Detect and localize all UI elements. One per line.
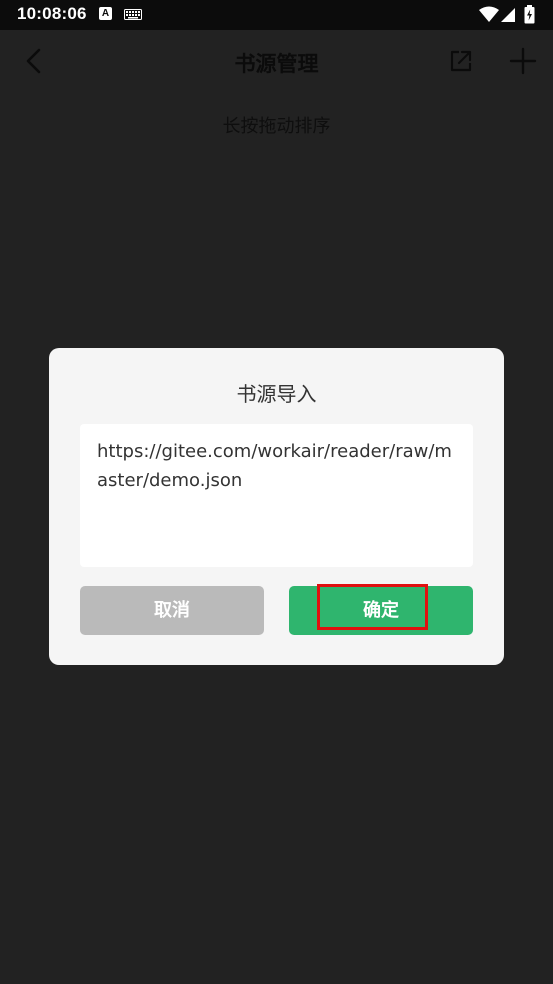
app-bar: 书源管理 — [0, 30, 553, 92]
status-time: 10:08:06 — [17, 4, 87, 23]
add-icon[interactable] — [508, 46, 538, 76]
cancel-button[interactable]: 取消 — [80, 586, 264, 635]
highlight-box — [317, 584, 428, 630]
import-dialog: 书源导入 https://gitee.com/workair/reader/ra… — [49, 348, 504, 665]
url-input[interactable]: https://gitee.com/workair/reader/raw/mas… — [80, 424, 473, 567]
text-notification-icon: A — [99, 7, 112, 20]
dialog-title: 书源导入 — [236, 382, 317, 406]
status-bar: 10:08:06 A — [0, 0, 553, 30]
export-icon[interactable] — [447, 47, 475, 75]
signal-icon — [501, 8, 515, 22]
wifi-icon — [479, 6, 499, 22]
keyboard-icon — [124, 9, 142, 20]
sort-hint: 长按拖动排序 — [222, 116, 331, 137]
battery-icon — [524, 5, 535, 24]
